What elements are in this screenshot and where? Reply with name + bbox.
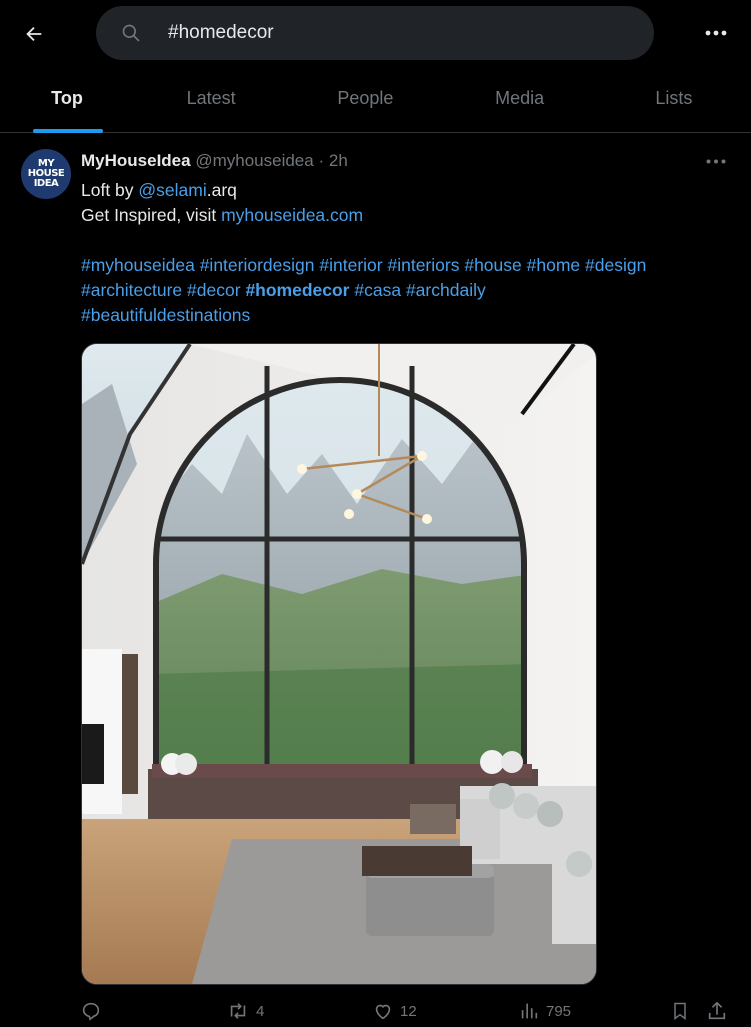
heart-icon xyxy=(375,1004,391,1020)
reply-button[interactable] xyxy=(80,995,108,1027)
tab-latest[interactable]: Latest xyxy=(134,64,288,132)
hashtags-line: #architecture #decor #homedecor #casa #a… xyxy=(81,278,741,303)
tab-people[interactable]: People xyxy=(288,64,442,132)
text: Loft by xyxy=(81,180,139,200)
more-icon xyxy=(706,159,726,163)
tab-label: Media xyxy=(495,87,545,108)
share-icon xyxy=(708,1001,726,1020)
more-options-button[interactable] xyxy=(703,20,729,46)
hashtag-link[interactable]: #decor xyxy=(187,280,241,300)
search-box[interactable] xyxy=(96,6,654,60)
tab-lists[interactable]: Lists xyxy=(597,64,751,132)
hashtags-line: #myhouseidea #interiordesign #interior #… xyxy=(81,253,741,278)
retweet-button[interactable]: 4 xyxy=(226,995,264,1027)
tab-label: Lists xyxy=(655,87,693,108)
timestamp[interactable]: 2h xyxy=(329,151,348,170)
tweet-image[interactable] xyxy=(81,343,597,985)
hashtag-link[interactable]: #interior xyxy=(319,255,382,275)
back-arrow-icon xyxy=(26,26,42,42)
url-link[interactable]: myhouseidea.com xyxy=(221,205,363,225)
tab-label: Latest xyxy=(186,87,236,108)
tweet-more-button[interactable] xyxy=(705,153,727,169)
like-button[interactable]: 12 xyxy=(372,995,417,1027)
retweet-icon xyxy=(230,1003,246,1019)
hashtags-line: #beautifuldestinations xyxy=(81,303,741,328)
top-bar xyxy=(0,0,751,64)
hashtag-link[interactable]: #home xyxy=(527,255,581,275)
hashtag-link[interactable]: #archdaily xyxy=(406,280,486,300)
views-icon xyxy=(521,1003,538,1019)
hashtag-link[interactable]: #interiordesign xyxy=(200,255,315,275)
hashtag-link[interactable]: #house xyxy=(464,255,521,275)
text: Get Inspired, visit xyxy=(81,205,222,225)
search-tabs: Top Latest People Media Lists xyxy=(0,64,751,133)
text: .arq xyxy=(206,180,237,200)
tweet-text: Loft by @selami.arq Get Inspired, visit … xyxy=(81,178,741,328)
search-input[interactable] xyxy=(166,21,610,45)
avatar-text: IDEA xyxy=(33,178,59,189)
mention-link[interactable]: @selami xyxy=(138,180,206,200)
tweet[interactable]: MY HOUSE IDEA MyHouseIdea @myhouseidea ·… xyxy=(0,133,751,1024)
reply-icon xyxy=(82,1002,100,1021)
more-icon xyxy=(705,30,727,36)
tweet-actions: 4 12 795 xyxy=(80,995,740,1027)
views-button[interactable]: 795 xyxy=(518,995,571,1027)
search-icon xyxy=(120,22,142,44)
author-name[interactable]: MyHouseIdea xyxy=(81,151,191,170)
hashtag-link-highlighted[interactable]: #homedecor xyxy=(245,280,349,300)
like-count: 12 xyxy=(400,1002,417,1020)
tab-label: People xyxy=(337,87,394,108)
retweet-count: 4 xyxy=(256,1002,265,1020)
tweet-header: MyHouseIdea @myhouseidea · 2h xyxy=(81,151,348,171)
hashtag-link[interactable]: #design xyxy=(585,255,646,275)
tab-top[interactable]: Top xyxy=(0,64,134,133)
hashtag-link[interactable]: #beautifuldestinations xyxy=(81,305,250,325)
hashtag-link[interactable]: #interiors xyxy=(387,255,459,275)
separator: · xyxy=(318,151,325,170)
tab-label: Top xyxy=(51,87,83,108)
hashtag-link[interactable]: #casa xyxy=(354,280,401,300)
hashtag-link[interactable]: #architecture xyxy=(81,280,182,300)
author-handle[interactable]: @myhouseidea xyxy=(195,151,313,170)
loft-interior-illustration xyxy=(82,344,596,984)
views-count: 795 xyxy=(546,1002,572,1020)
share-button[interactable] xyxy=(706,995,728,1027)
avatar[interactable]: MY HOUSE IDEA xyxy=(21,149,71,199)
tab-media[interactable]: Media xyxy=(443,64,597,132)
bookmark-icon xyxy=(674,1002,686,1020)
hashtag-link[interactable]: #myhouseidea xyxy=(81,255,195,275)
bookmark-button[interactable] xyxy=(670,995,690,1027)
back-button[interactable] xyxy=(18,18,50,50)
